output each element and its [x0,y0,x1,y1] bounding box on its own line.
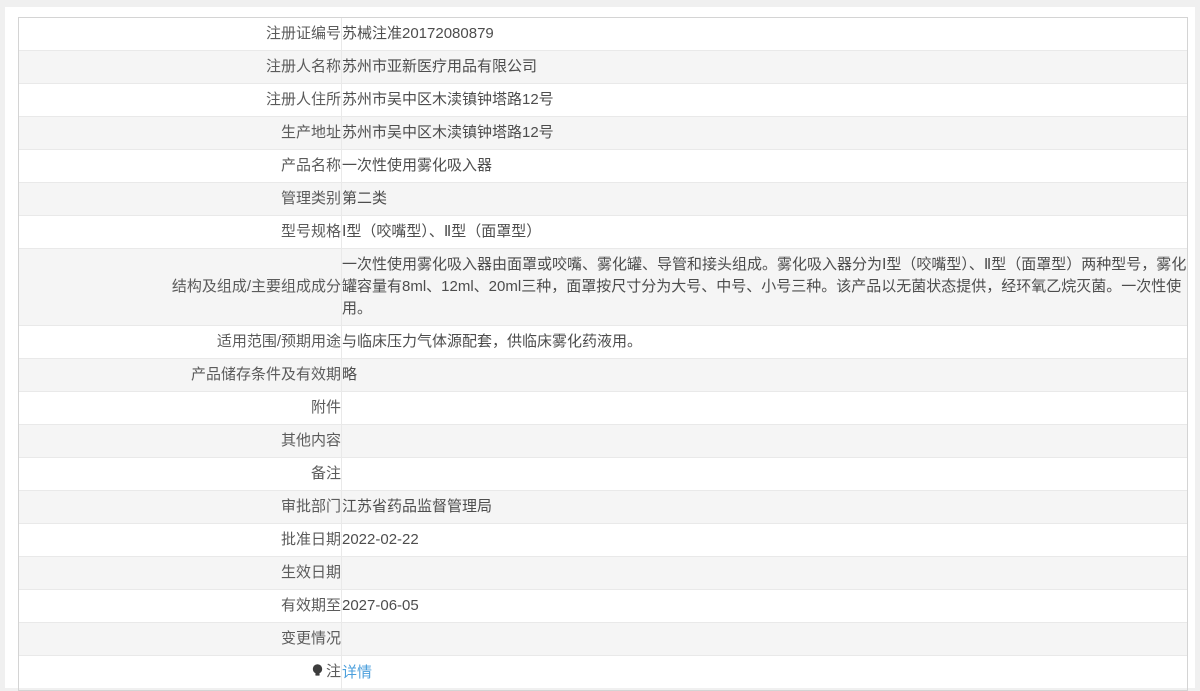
row-label: 管理类别 [19,183,342,216]
row-label: 产品名称 [19,150,342,183]
row-label: 型号规格 [19,216,342,249]
table-row-structure-composition: 结构及组成/主要组成成分 一次性使用雾化吸入器由面罩或咬嘴、雾化罐、导管和接头组… [19,249,1187,326]
row-label: 产品储存条件及有效期 [19,359,342,392]
row-label: 注册证编号 [19,18,342,51]
note-label: 注 [325,663,341,680]
row-value: 苏州市吴中区木渎镇钟塔路12号 [342,84,1187,117]
row-value: 与临床压力气体源配套，供临床雾化药液用。 [342,326,1187,359]
row-value: 第二类 [342,183,1187,216]
table-row-production-address: 生产地址 苏州市吴中区木渎镇钟塔路12号 [19,117,1187,150]
table-row-other-content: 其他内容 [19,425,1187,458]
content-panel: 注册证编号 苏械注准20172080879 注册人名称 苏州市亚新医疗用品有限公… [5,7,1195,691]
table-row-registrant-name: 注册人名称 苏州市亚新医疗用品有限公司 [19,51,1187,84]
table-row-attachment: 附件 [19,392,1187,425]
table-row-remarks: 备注 [19,458,1187,491]
row-value: 略 [342,359,1187,392]
row-value: Ⅰ型（咬嘴型）、Ⅱ型（面罩型） [342,216,1187,249]
row-label: 审批部门 [19,491,342,524]
detail-link[interactable]: 详情 [342,664,372,681]
row-value: 一次性使用雾化吸入器 [342,150,1187,183]
table-row-approval-date: 批准日期 2022-02-22 [19,524,1187,557]
table-row-approval-department: 审批部门 江苏省药品监督管理局 [19,491,1187,524]
row-value: 一次性使用雾化吸入器由面罩或咬嘴、雾化罐、导管和接头组成。雾化吸入器分为Ⅰ型（咬… [342,249,1187,326]
table-row-expiry-date: 有效期至 2027-06-05 [19,590,1187,623]
row-value [342,623,1187,656]
row-label: 变更情况 [19,623,342,656]
row-value [342,458,1187,491]
row-label: 生产地址 [19,117,342,150]
table-row-change-status: 变更情况 [19,623,1187,656]
row-value: 苏州市亚新医疗用品有限公司 [342,51,1187,84]
row-label: 生效日期 [19,557,342,590]
row-label: 注册人名称 [19,51,342,84]
row-label: 注 [19,656,342,690]
table-row-storage-validity: 产品储存条件及有效期 略 [19,359,1187,392]
table-row-note: 注 详情 [19,656,1187,690]
row-label: 有效期至 [19,590,342,623]
table-row-product-name: 产品名称 一次性使用雾化吸入器 [19,150,1187,183]
row-value [342,392,1187,425]
row-label: 备注 [19,458,342,491]
row-label: 结构及组成/主要组成成分 [19,249,342,326]
registration-info-table: 注册证编号 苏械注准20172080879 注册人名称 苏州市亚新医疗用品有限公… [18,17,1188,691]
row-value [342,557,1187,590]
table-row-intended-use: 适用范围/预期用途 与临床压力气体源配套，供临床雾化药液用。 [19,326,1187,359]
table-row-model-spec: 型号规格 Ⅰ型（咬嘴型）、Ⅱ型（面罩型） [19,216,1187,249]
table-row-management-category: 管理类别 第二类 [19,183,1187,216]
page: { "page": { "background": "#f0f0f0", "pa… [0,0,1200,691]
table-row-registration-number: 注册证编号 苏械注准20172080879 [19,18,1187,51]
row-label: 其他内容 [19,425,342,458]
row-value [342,425,1187,458]
lightbulb-icon [312,663,323,685]
row-value: 详情 [342,656,1187,690]
table-row-registrant-address: 注册人住所 苏州市吴中区木渎镇钟塔路12号 [19,84,1187,117]
row-value: 2027-06-05 [342,590,1187,623]
row-label: 附件 [19,392,342,425]
row-label: 批准日期 [19,524,342,557]
row-label: 适用范围/预期用途 [19,326,342,359]
table-row-effective-date: 生效日期 [19,557,1187,590]
row-value: 江苏省药品监督管理局 [342,491,1187,524]
row-label: 注册人住所 [19,84,342,117]
row-value: 2022-02-22 [342,524,1187,557]
row-value: 苏州市吴中区木渎镇钟塔路12号 [342,117,1187,150]
row-value: 苏械注准20172080879 [342,18,1187,51]
